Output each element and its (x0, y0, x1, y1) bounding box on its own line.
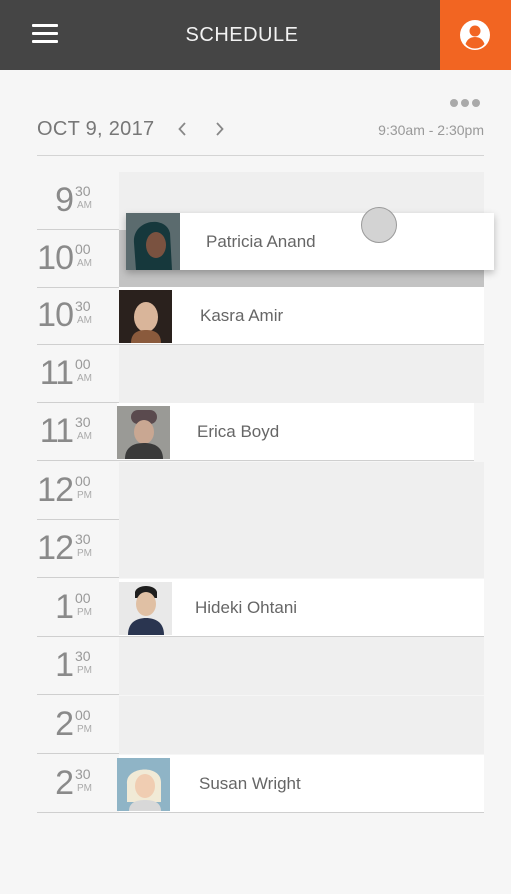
client-name: Kasra Amir (200, 306, 284, 325)
client-name: Patricia Anand (206, 232, 316, 251)
header-divider (37, 155, 484, 156)
avatar (117, 406, 170, 459)
time-label: 11 00 AM (37, 345, 119, 403)
time-label: 12 00 PM (37, 462, 119, 520)
time-label: 10 30 AM (37, 287, 119, 345)
touch-indicator (361, 207, 397, 243)
dragging-appointment-card[interactable]: Patricia Anand (126, 213, 494, 270)
time-slot: 2 00 PM (0, 696, 511, 754)
appointment-card[interactable]: Hideki Ohtani (119, 579, 484, 637)
top-bar: SCHEDULE (0, 0, 511, 70)
empty-slot[interactable] (119, 462, 484, 520)
time-slot: 10 30 AM Kasra Amir (0, 287, 511, 345)
time-slot: 2 30 PM Susan Wright (0, 755, 511, 813)
time-label: 1 30 PM (37, 637, 119, 695)
client-name: Erica Boyd (197, 422, 280, 441)
more-dots-icon[interactable] (450, 94, 486, 107)
appointment-card[interactable]: Susan Wright (117, 755, 484, 813)
time-slot: 12 30 PM (0, 520, 511, 578)
time-label: 12 30 PM (37, 520, 119, 578)
user-profile-icon (460, 20, 490, 50)
empty-slot[interactable] (119, 637, 484, 695)
avatar (126, 213, 180, 270)
time-slot: 1 30 PM (0, 637, 511, 695)
empty-slot[interactable] (119, 520, 484, 578)
time-slot: 11 00 AM (0, 345, 511, 403)
client-name: Hideki Ohtani (195, 598, 298, 617)
page-title: SCHEDULE (185, 24, 299, 46)
time-label: 11 30 AM (37, 403, 119, 461)
time-label: 10 00 AM (37, 230, 119, 288)
user-profile-button[interactable] (440, 0, 511, 70)
empty-slot[interactable] (119, 345, 484, 403)
time-label: 1 00 PM (37, 579, 119, 637)
client-name: Susan Wright (199, 774, 301, 793)
avatar (119, 582, 172, 635)
empty-slot[interactable] (119, 696, 484, 754)
time-label: 2 30 PM (37, 755, 119, 813)
time-slot: 1 00 PM Hideki Ohtani (0, 579, 511, 637)
schedule-date: OCT 9, 2017 (37, 118, 155, 140)
chevron-right-icon[interactable] (213, 120, 227, 138)
appointment-card[interactable]: Erica Boyd (117, 403, 474, 461)
time-label: 2 00 PM (37, 696, 119, 754)
time-range: 9:30am - 2:30pm (378, 122, 484, 138)
time-label: 9 30 AM (37, 172, 119, 230)
time-slot: 11 30 AM Erica Boyd (0, 403, 511, 461)
avatar (117, 758, 170, 811)
avatar (119, 290, 172, 343)
chevron-left-icon[interactable] (176, 120, 190, 138)
appointment-card[interactable]: Kasra Amir (119, 287, 484, 345)
time-slot: 12 00 PM (0, 462, 511, 520)
